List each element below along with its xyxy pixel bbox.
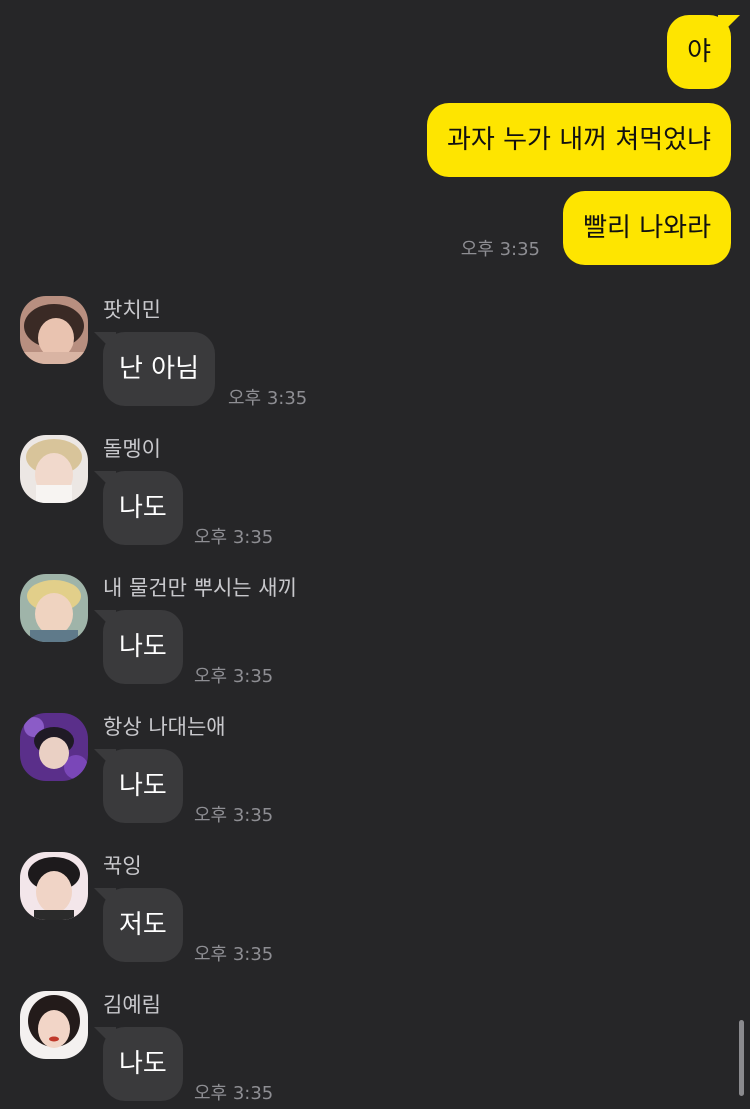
avatar[interactable] xyxy=(20,991,88,1059)
message-timestamp: 오후 3:35 xyxy=(194,527,274,548)
outgoing-message[interactable]: 과자 누가 내꺼 쳐먹었냐 xyxy=(427,103,731,177)
incoming-message[interactable]: 나도 xyxy=(103,471,183,545)
message-timestamp: 오후 3:35 xyxy=(194,666,274,687)
outgoing-message[interactable]: 빨리 나와라 xyxy=(563,191,731,265)
incoming-message[interactable]: 나도 xyxy=(103,749,183,823)
avatar[interactable] xyxy=(20,435,88,503)
incoming-message[interactable]: 나도 xyxy=(103,610,183,684)
incoming-message[interactable]: 저도 xyxy=(103,888,183,962)
sender-name: 돌멩이 xyxy=(103,437,161,461)
scrollbar[interactable] xyxy=(739,1020,744,1096)
avatar[interactable] xyxy=(20,852,88,920)
sender-name: 항상 나대는애 xyxy=(103,715,226,739)
sender-name: 김예림 xyxy=(103,993,161,1017)
message-timestamp: 오후 3:35 xyxy=(194,805,274,826)
chat-room: 야 과자 누가 내꺼 쳐먹었냐 빨리 나와라 오후 3:35 팟치민 난 아님 … xyxy=(0,0,750,1109)
message-timestamp: 오후 3:35 xyxy=(460,239,540,260)
avatar[interactable] xyxy=(20,574,88,642)
sender-name: 꾹잉 xyxy=(103,854,142,878)
incoming-message[interactable]: 난 아님 xyxy=(103,332,216,406)
avatar[interactable] xyxy=(20,296,88,364)
outgoing-message[interactable]: 야 xyxy=(667,15,731,89)
message-timestamp: 오후 3:35 xyxy=(228,388,308,409)
avatar[interactable] xyxy=(20,713,88,781)
sender-name: 팟치민 xyxy=(103,298,161,322)
message-timestamp: 오후 3:35 xyxy=(194,1083,274,1104)
sender-name: 내 물건만 뿌시는 새끼 xyxy=(103,576,297,600)
incoming-message[interactable]: 나도 xyxy=(103,1027,183,1101)
message-timestamp: 오후 3:35 xyxy=(194,944,274,965)
